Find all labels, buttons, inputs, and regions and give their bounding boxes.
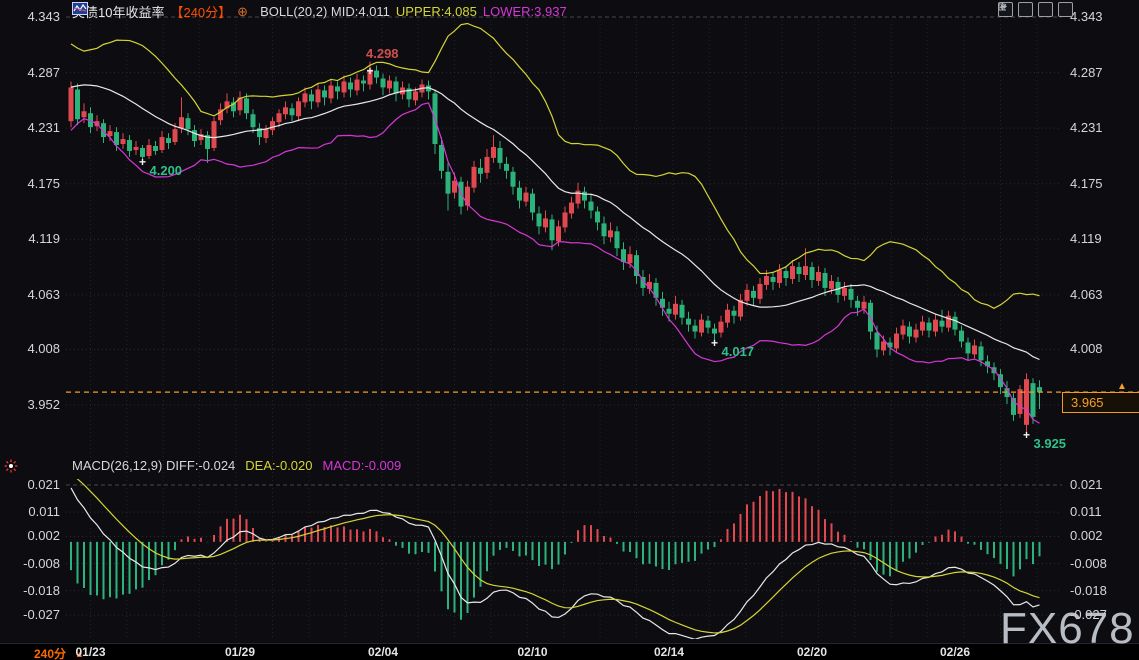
macd-params-label: MACD(26,12,9) DIFF:-0.024 [72,458,235,473]
boll-upper-label: UPPER:4.085 [396,4,477,19]
y-axis-label: 4.175 [4,176,60,191]
x-axis-date: 02/20 [784,645,840,659]
chart-toolbar [998,2,1073,17]
axis-scale-icon[interactable] [1018,2,1033,17]
y-axis-label: 4.119 [1070,231,1102,246]
y-axis-label: 4.008 [4,341,60,356]
macd-macd-label: MACD:-0.009 [323,458,402,473]
price-annotation: 3.925 [1034,436,1067,451]
macd-dea-label: DEA:-0.020 [245,458,312,473]
x-axis-date: 02/26 [927,645,983,659]
low-marker-cross: + [138,157,148,167]
current-price-badge: 3.965 [1062,392,1139,413]
snapshot-icon[interactable] [1058,2,1073,17]
period-selector-label: 240分 [34,645,66,660]
x-axis-date: 01/29 [212,645,268,659]
playback-icon[interactable] [1038,2,1053,17]
price-annotation: 4.298 [366,46,399,61]
x-axis-date: 02/04 [355,645,411,659]
macd-y-axis-label: 0.011 [4,504,60,519]
price-annotation: 4.017 [722,344,755,359]
macd-y-axis-label: 0.011 [1070,504,1102,519]
period-tag: 【240分】 [170,2,231,21]
add-indicator-icon[interactable]: ⊕ [237,4,248,20]
main-chart-legend: 美债10年收益率 【240分】 ⊕ BOLL(20,2) MID:4.011 U… [72,2,567,21]
boll-lower-label: LOWER:3.937 [483,4,567,19]
macd-y-axis-label: -0.018 [4,583,60,598]
price-up-arrow-icon: ▲ [1117,381,1127,392]
macd-y-axis-label: -0.027 [4,607,60,622]
y-axis-label: 4.287 [1070,65,1103,80]
chart-window: 美债10年收益率 【240分】 ⊕ BOLL(20,2) MID:4.011 U… [0,0,1139,660]
y-axis-label: 4.119 [4,231,60,246]
y-axis-label: 4.175 [1070,176,1103,191]
price-annotation: 4.200 [150,163,183,178]
y-axis-label: 4.063 [1070,287,1103,302]
x-axis-date: 02/14 [641,645,697,659]
macd-y-axis-label: 0.021 [1070,477,1103,492]
y-axis-label: 4.343 [1070,9,1103,24]
y-axis-label: 4.231 [1070,120,1103,135]
macd-y-axis-label: -0.018 [1070,583,1107,598]
macd-y-axis-label: 0.002 [4,528,60,543]
high-marker-cross: + [365,66,375,76]
y-axis-label: 4.343 [4,9,60,24]
low-marker-cross: + [710,338,720,348]
boll-mid-label: BOLL(20,2) MID:4.011 [260,4,390,19]
y-axis-label: 4.063 [4,287,60,302]
macd-y-axis-label: -0.008 [1070,556,1107,571]
low-marker-cross: + [1022,430,1032,440]
macd-y-axis-label: -0.008 [4,556,60,571]
y-axis-label: 4.231 [4,120,60,135]
macd-legend: MACD(26,12,9) DIFF:-0.024 DEA:-0.020 MAC… [72,458,401,473]
macd-y-axis-label: 0.002 [1070,528,1103,543]
y-axis-label: 4.287 [4,65,60,80]
y-axis-label: 3.952 [4,397,60,412]
macd-y-axis-label: -0.027 [1070,607,1107,622]
chart-canvas[interactable] [0,0,1139,660]
x-axis-date: 01/23 [63,645,119,659]
macd-y-axis-label: 0.021 [4,477,60,492]
y-axis-label: 4.008 [1070,341,1103,356]
x-axis-date: 02/10 [505,645,561,659]
